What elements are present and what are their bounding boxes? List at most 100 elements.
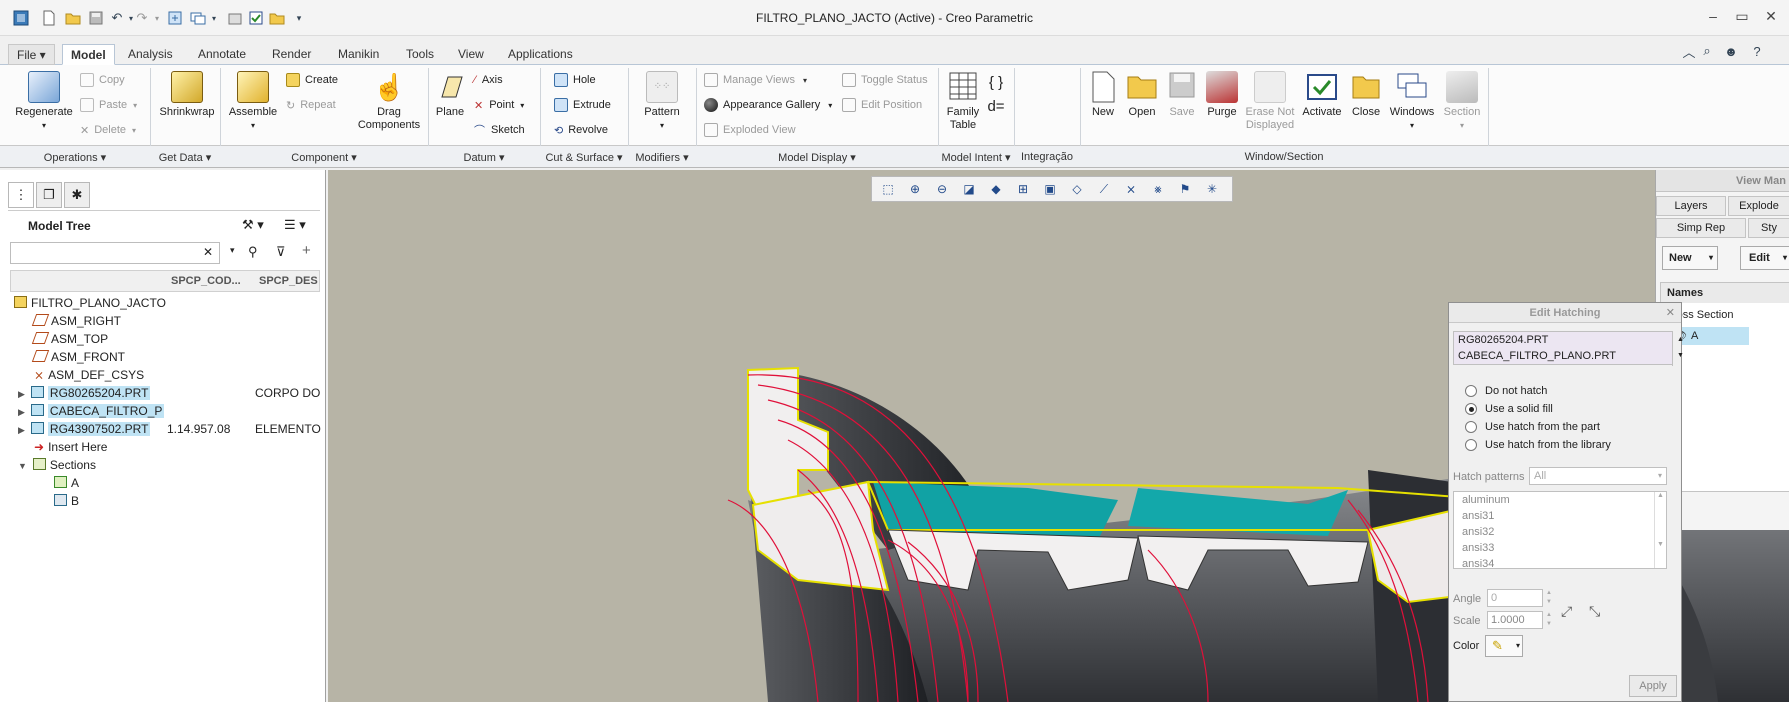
- tree-row-section-b[interactable]: B: [54, 492, 79, 510]
- expand-icon[interactable]: ▶: [18, 407, 25, 417]
- regenerate-button[interactable]: Regenerate ▾: [12, 71, 76, 132]
- model-tree-tab-icon[interactable]: ⋮: [8, 182, 34, 208]
- new-button[interactable]: New: [1086, 71, 1120, 119]
- collapse-ribbon-icon[interactable]: ︿: [1680, 42, 1698, 60]
- tab-manikin[interactable]: Manikin: [330, 44, 387, 65]
- datum-points-display-icon[interactable]: ⨯: [1119, 179, 1143, 199]
- create-button[interactable]: Create: [286, 71, 338, 89]
- minimize-button[interactable]: –: [1700, 8, 1726, 28]
- new-dropdown-button[interactable]: New ▾: [1662, 246, 1718, 270]
- assemble-button[interactable]: Assemble ▾: [226, 71, 280, 132]
- model-tree-search-input[interactable]: ✕: [10, 242, 220, 264]
- datum-axes-display-icon[interactable]: ⟋: [1092, 179, 1116, 199]
- axis-button[interactable]: ⁄ Axis: [474, 71, 503, 89]
- sketch-button[interactable]: ⌒ Sketch: [474, 121, 525, 139]
- tab-tools[interactable]: Tools: [398, 44, 442, 65]
- favorites-tab-icon[interactable]: ✱: [64, 182, 90, 208]
- scale-spinner[interactable]: ▲ ▼: [1543, 611, 1555, 629]
- pattern-item[interactable]: ansi33: [1462, 542, 1494, 554]
- group-cut-surface[interactable]: Cut & Surface ▾: [542, 151, 626, 164]
- tree-row-cabeca-filtro[interactable]: ▶ CABECA_FILTRO_P: [18, 402, 165, 420]
- open-button[interactable]: Open: [1124, 71, 1160, 119]
- edit-dropdown-button[interactable]: Edit ▾: [1740, 246, 1789, 270]
- csys-display-icon[interactable]: ⨳: [1146, 179, 1170, 199]
- column-spcp-des[interactable]: SPCP_DES: [259, 275, 318, 287]
- windows-button[interactable]: Windows ▾: [1388, 71, 1436, 132]
- tree-row-rg80265204[interactable]: ▶ RG80265204.PRT: [18, 384, 151, 402]
- list-scroll-arrows[interactable]: ▲ ▼: [1672, 332, 1688, 366]
- repeat-button[interactable]: ↻ Repeat: [286, 96, 336, 114]
- collapse-icon[interactable]: ▼: [18, 461, 27, 471]
- add-icon[interactable]: +: [302, 242, 311, 259]
- expand-icon[interactable]: ▶: [18, 389, 25, 399]
- copy-button[interactable]: Copy: [80, 71, 125, 89]
- tree-row-rg43907502[interactable]: ▶ RG43907502.PRT: [18, 420, 151, 438]
- zoom-in-icon[interactable]: ⊕: [903, 179, 927, 199]
- search-icon[interactable]: ⌕: [1698, 42, 1716, 60]
- tab-explode[interactable]: Explode: [1728, 196, 1789, 216]
- display-style-icon[interactable]: ◆: [984, 179, 1008, 199]
- tree-settings-icon[interactable]: ⚒ ▾: [242, 217, 264, 233]
- parameters-button[interactable]: { } d=: [986, 71, 1006, 119]
- pattern-button[interactable]: ⁘⁘ Pattern ▾: [636, 71, 688, 132]
- pattern-scrollbar[interactable]: ▲ ▼: [1654, 492, 1666, 568]
- group-model-intent[interactable]: Model Intent ▾: [940, 151, 1012, 164]
- close-doc-button[interactable]: Close: [1348, 71, 1384, 119]
- appearance-gallery-button[interactable]: Appearance Gallery ▾: [704, 96, 832, 114]
- radio-hatch-from-library[interactable]: Use hatch from the library: [1465, 439, 1611, 451]
- scale-up-icon[interactable]: ⤢: [1561, 603, 1572, 620]
- group-datum[interactable]: Datum ▾: [430, 151, 538, 164]
- radio-solid-fill[interactable]: Use a solid fill: [1465, 403, 1553, 415]
- extrude-button[interactable]: Extrude: [554, 96, 611, 114]
- tab-layers[interactable]: Layers: [1656, 196, 1726, 216]
- clear-search-icon[interactable]: ✕: [203, 245, 213, 259]
- radio-do-not-hatch[interactable]: Do not hatch: [1465, 385, 1547, 397]
- part-item[interactable]: RG80265204.PRT: [1458, 334, 1548, 346]
- group-modifiers[interactable]: Modifiers ▾: [630, 151, 694, 164]
- apply-button[interactable]: Apply: [1629, 675, 1677, 697]
- point-button[interactable]: ✕ Point ▾: [474, 96, 524, 114]
- saved-orientations-icon[interactable]: ⊞: [1011, 179, 1035, 199]
- manage-views-button[interactable]: Manage Views ▾: [704, 71, 807, 89]
- scale-down-icon[interactable]: ⤡: [1589, 603, 1600, 620]
- part-item[interactable]: CABECA_FILTRO_PLANO.PRT: [1458, 350, 1616, 362]
- scale-input[interactable]: 1.0000: [1487, 611, 1543, 629]
- group-operations[interactable]: Operations ▾: [20, 151, 130, 164]
- angle-spinner[interactable]: ▲ ▼: [1543, 589, 1555, 607]
- folder-browser-tab-icon[interactable]: ❐: [36, 182, 62, 208]
- refit-icon[interactable]: ⬚: [876, 179, 900, 199]
- datum-planes-display-icon[interactable]: ◇: [1065, 179, 1089, 199]
- view-manager-icon[interactable]: ▣: [1038, 179, 1062, 199]
- tree-row-section-a[interactable]: A: [54, 474, 79, 492]
- group-component[interactable]: Component ▾: [222, 151, 426, 164]
- maximize-button[interactable]: ▭: [1729, 8, 1755, 28]
- tab-render[interactable]: Render: [264, 44, 319, 65]
- toggle-status-button[interactable]: Toggle Status: [842, 71, 928, 89]
- family-table-button[interactable]: Family Table: [944, 71, 982, 132]
- tab-style[interactable]: Sty: [1748, 218, 1789, 238]
- exploded-view-button[interactable]: Exploded View: [704, 121, 796, 139]
- activate-button[interactable]: Activate: [1300, 71, 1344, 119]
- tab-applications[interactable]: Applications: [500, 44, 581, 65]
- tree-row-asm-right[interactable]: ASM_RIGHT: [31, 312, 121, 330]
- parts-list[interactable]: RG80265204.PRT CABECA_FILTRO_PLANO.PRT ▲…: [1453, 331, 1684, 366]
- search-dropdown-icon[interactable]: ▾: [230, 245, 235, 256]
- erase-not-displayed-button[interactable]: Erase Not Displayed: [1244, 71, 1296, 132]
- regenerate-dropdown-icon[interactable]: ▾: [12, 119, 76, 132]
- group-window-section[interactable]: Window/Section: [1082, 151, 1486, 163]
- hole-button[interactable]: Hole: [554, 71, 596, 89]
- tree-row-asm-def-csys[interactable]: ⨯ ASM_DEF_CSYS: [34, 366, 144, 384]
- tab-view[interactable]: View: [450, 44, 492, 65]
- expand-icon[interactable]: ▶: [18, 425, 25, 435]
- revolve-button[interactable]: ⟲ Revolve: [554, 121, 608, 139]
- group-integracao[interactable]: Integração: [1016, 151, 1078, 163]
- drag-components-button[interactable]: ☝ Drag Components: [352, 71, 426, 132]
- angle-input[interactable]: 0: [1487, 589, 1543, 607]
- pattern-item[interactable]: ansi32: [1462, 526, 1494, 538]
- group-get-data[interactable]: Get Data ▾: [152, 151, 218, 164]
- color-picker-button[interactable]: ✎ ▾: [1485, 635, 1523, 657]
- save-button[interactable]: Save: [1164, 71, 1200, 119]
- zoom-out-icon[interactable]: ⊖: [930, 179, 954, 199]
- tab-simp-rep[interactable]: Simp Rep: [1656, 218, 1746, 238]
- pattern-item[interactable]: aluminum: [1462, 494, 1510, 506]
